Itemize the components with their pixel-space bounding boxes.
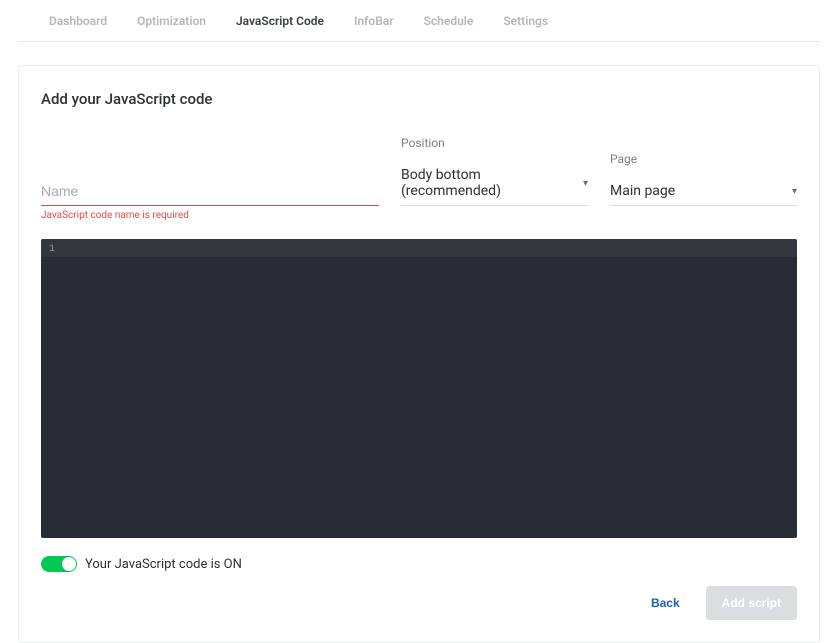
field-position: Position Body bottom (recommended) ▾ x <box>401 136 588 221</box>
position-select[interactable]: Body bottom (recommended) ▾ <box>401 161 588 206</box>
tabs-bar: Dashboard Optimization JavaScript Code I… <box>18 0 820 42</box>
add-script-button[interactable]: Add script <box>706 586 797 620</box>
main-card: Add your JavaScript code Name JavaScript… <box>18 65 820 643</box>
code-toggle[interactable] <box>41 556 77 572</box>
field-name: Name JavaScript code name is required <box>41 152 379 221</box>
card-title: Add your JavaScript code <box>41 90 797 108</box>
position-label: Position <box>401 136 588 150</box>
tab-dashboard[interactable]: Dashboard <box>34 0 122 41</box>
back-button[interactable]: Back <box>635 586 696 620</box>
page-value: Main page <box>610 183 675 199</box>
page-label: Page <box>610 152 797 166</box>
tab-infobar[interactable]: InfoBar <box>339 0 409 41</box>
line-number: 1 <box>41 241 57 255</box>
chevron-down-icon: ▾ <box>583 178 588 189</box>
toggle-label: Your JavaScript code is ON <box>85 557 242 572</box>
tab-optimization[interactable]: Optimization <box>122 0 221 41</box>
field-page: Page Main page ▾ x <box>610 152 797 221</box>
chevron-down-icon: ▾ <box>792 186 797 197</box>
page-select[interactable]: Main page ▾ <box>610 177 797 206</box>
editor-gutter-row: 1 <box>41 239 797 257</box>
name-input[interactable] <box>41 177 379 206</box>
tab-javascript-code[interactable]: JavaScript Code <box>221 0 339 41</box>
tab-schedule[interactable]: Schedule <box>409 0 489 41</box>
action-row: Back Add script <box>41 586 797 620</box>
position-value: Body bottom (recommended) <box>401 167 575 199</box>
toggle-knob <box>62 557 76 571</box>
code-editor[interactable]: 1 <box>41 239 797 538</box>
tab-settings[interactable]: Settings <box>488 0 563 41</box>
form-row: Name JavaScript code name is required Po… <box>41 136 797 221</box>
toggle-row: Your JavaScript code is ON <box>41 556 797 572</box>
name-error: JavaScript code name is required <box>41 210 379 221</box>
